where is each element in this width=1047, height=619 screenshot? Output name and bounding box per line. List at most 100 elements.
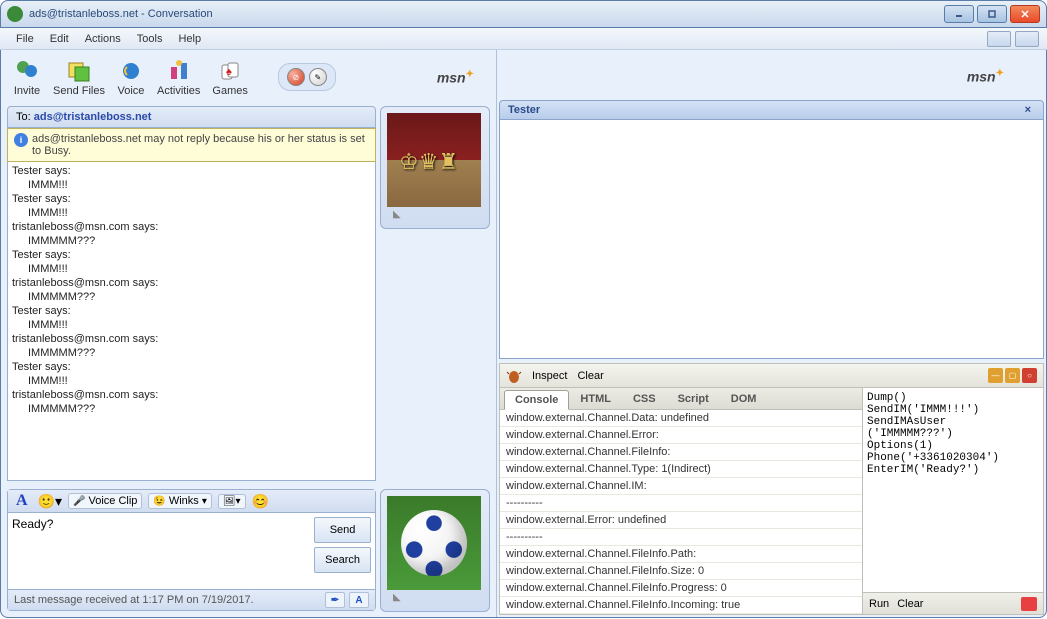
avatar-dropdown-icon[interactable]: ◣ xyxy=(387,207,483,222)
window-titlebar: ads@tristanleboss.net - Conversation xyxy=(0,0,1047,28)
block-button[interactable]: ⊘ xyxy=(287,68,305,86)
nudge-button[interactable]: 😊 xyxy=(252,493,269,510)
msg-who: Tester says: xyxy=(12,304,371,318)
tab-dom[interactable]: DOM xyxy=(720,389,768,409)
msg-text: IMMM!!! xyxy=(12,206,371,220)
msg-who: Tester says: xyxy=(12,164,371,178)
clear-button[interactable]: Clear xyxy=(577,370,603,382)
toolbar-invite[interactable]: Invite xyxy=(7,55,47,99)
close-button[interactable] xyxy=(1010,5,1040,23)
msg-text: IMMM!!! xyxy=(12,178,371,192)
conversation-row: To: ads@tristanleboss.net i ads@tristanl… xyxy=(3,102,494,485)
avatar-remote-image xyxy=(387,113,481,207)
console-row: window.external.Channel.FileInfo.Incomin… xyxy=(500,597,862,614)
menu-edit[interactable]: Edit xyxy=(42,31,77,47)
text-mode-icon[interactable]: A xyxy=(349,592,369,608)
color-button[interactable]: ✎ xyxy=(309,68,327,86)
console-row: window.external.Channel.Data: undefined xyxy=(500,410,862,427)
tab-html[interactable]: HTML xyxy=(569,389,622,409)
status-text: Last message received at 1:17 PM on 7/19… xyxy=(14,594,254,606)
menu-actions[interactable]: Actions xyxy=(77,31,129,47)
msn-logo: msn xyxy=(437,69,494,86)
toolbar-voice[interactable]: Voice xyxy=(111,55,151,99)
maximize-button[interactable] xyxy=(977,5,1007,23)
tab-script[interactable]: Script xyxy=(667,389,720,409)
msg-who: tristanleboss@msn.com says: xyxy=(12,388,371,402)
toolbar-send-files[interactable]: Send Files xyxy=(47,55,111,99)
search-button[interactable]: Search xyxy=(314,547,371,573)
debugger-minimize-icon[interactable]: — xyxy=(988,368,1003,383)
right-pane: msn Tester × Inspect Clear — ▢ ○ Con xyxy=(496,50,1046,617)
to-label: To: xyxy=(16,111,31,123)
avatar-column-self: ◣ xyxy=(380,489,490,611)
to-row: To: ads@tristanleboss.net xyxy=(7,106,376,128)
inspect-button[interactable]: Inspect xyxy=(532,370,567,382)
activity-close-icon[interactable]: × xyxy=(1021,104,1035,116)
aux-button-2[interactable] xyxy=(1015,31,1039,47)
compose-input[interactable]: Ready? xyxy=(8,513,310,589)
msg-who: tristanleboss@msn.com says: xyxy=(12,276,371,290)
info-banner: i ads@tristanleboss.net may not reply be… xyxy=(7,128,376,162)
msg-who: Tester says: xyxy=(12,248,371,262)
games-icon: ♠ xyxy=(216,57,244,85)
console-row: ---------- xyxy=(500,529,862,546)
msg-text: IMMM!!! xyxy=(12,262,371,276)
compose-row: A 🙂▾ 🎤Voice Clip 😉Winks▾ 🖼▾ 😊 Ready? Sen… xyxy=(3,485,494,615)
run-button[interactable]: Run xyxy=(869,598,889,610)
debugger-right: Dump() SendIM('IMMM!!!') SendIMAsUser ('… xyxy=(863,388,1043,614)
console-row: window.external.Channel.Type: 1(Indirect… xyxy=(500,461,862,478)
toolbar-activities[interactable]: Activities xyxy=(151,55,206,99)
left-pane: Invite Send Files Voice Activities ♠ Gam… xyxy=(1,50,496,617)
menubar: File Edit Actions Tools Help xyxy=(0,28,1047,50)
console-row: window.external.Channel.FileInfo.Path: xyxy=(500,546,862,563)
round-buttons: ⊘ ✎ xyxy=(278,63,336,91)
window-controls xyxy=(944,5,1040,23)
console-row: window.external.Error: undefined xyxy=(500,512,862,529)
debugger-detach-icon[interactable]: ▢ xyxy=(1005,368,1020,383)
backgrounds-button[interactable]: 🖼▾ xyxy=(218,494,246,509)
console-row: window.external.Channel.FileInfo: xyxy=(500,444,862,461)
console-row: window.external.Channel.Error: xyxy=(500,427,862,444)
tab-console[interactable]: Console xyxy=(504,390,569,410)
menu-help[interactable]: Help xyxy=(170,31,209,47)
toolbar-games[interactable]: ♠ Games xyxy=(206,55,253,99)
font-button[interactable]: A xyxy=(12,492,32,510)
minimize-button[interactable] xyxy=(944,5,974,23)
content: Invite Send Files Voice Activities ♠ Gam… xyxy=(0,50,1047,618)
msg-text: IMMM!!! xyxy=(12,318,371,332)
message-area[interactable]: Tester says: IMMM!!! Tester says: IMMM!!… xyxy=(7,162,376,481)
firebug-icon xyxy=(506,368,522,384)
app-icon xyxy=(7,6,23,22)
debugger-tabs: Console HTML CSS Script DOM xyxy=(500,388,862,410)
command-input[interactable]: Dump() SendIM('IMMM!!!') SendIMAsUser ('… xyxy=(863,388,1043,592)
error-indicator-icon[interactable] xyxy=(1021,597,1037,611)
msg-text: IMMMMM??? xyxy=(12,346,371,360)
console-output[interactable]: window.external.Channel.Data: undefined … xyxy=(500,410,862,614)
aux-button-1[interactable] xyxy=(987,31,1011,47)
compose-toolbar: A 🙂▾ 🎤Voice Clip 😉Winks▾ 🖼▾ 😊 xyxy=(8,490,375,513)
voice-clip-button[interactable]: 🎤Voice Clip xyxy=(68,493,142,509)
winks-button[interactable]: 😉Winks▾ xyxy=(148,493,211,509)
menubar-aux xyxy=(987,31,1039,47)
emoticon-button[interactable]: 🙂▾ xyxy=(38,493,62,510)
menu-file[interactable]: File xyxy=(8,31,42,47)
console-row: window.external.Channel.IM: xyxy=(500,478,862,495)
tab-css[interactable]: CSS xyxy=(622,389,667,409)
right-header: msn xyxy=(499,52,1044,100)
debugger-close-icon[interactable]: ○ xyxy=(1022,368,1037,383)
activities-icon xyxy=(165,57,193,85)
compose-body: Ready? Send Search xyxy=(8,513,375,589)
info-icon: i xyxy=(14,133,28,147)
command-footer: Run Clear xyxy=(863,592,1043,614)
avatar-self-dropdown-icon[interactable]: ◣ xyxy=(387,590,483,605)
send-button[interactable]: Send xyxy=(314,517,371,543)
activity-title-text: Tester xyxy=(508,104,540,116)
send-files-icon xyxy=(65,57,93,85)
info-text: ads@tristanleboss.net may not reply beca… xyxy=(32,133,369,157)
menu-tools[interactable]: Tools xyxy=(129,31,171,47)
console-row: ---------- xyxy=(500,495,862,512)
msg-text: IMMM!!! xyxy=(12,374,371,388)
conversation-col: To: ads@tristanleboss.net i ads@tristanl… xyxy=(7,106,376,481)
handwriting-icon[interactable]: ✒ xyxy=(325,592,345,608)
clear-cmd-button[interactable]: Clear xyxy=(897,598,923,610)
